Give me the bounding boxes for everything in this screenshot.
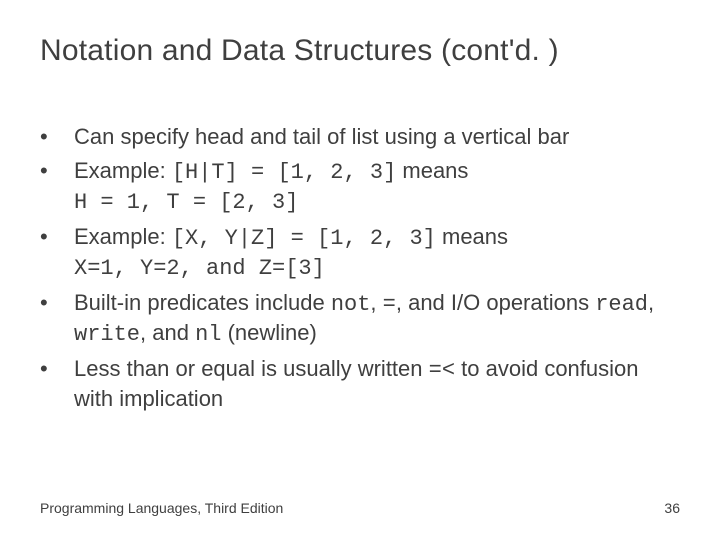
bullet-dot-icon: •	[40, 355, 74, 383]
text-run: Built-in predicates include	[74, 290, 331, 315]
text-run: Example:	[74, 158, 172, 183]
text-run: , and	[140, 320, 195, 345]
footer-left: Programming Languages, Third Edition	[40, 500, 283, 516]
list-item: • Example: [X, Y|Z] = [1, 2, 3] means X=…	[40, 223, 680, 283]
page-number: 36	[664, 500, 680, 516]
bullet-text: Built-in predicates include not, =, and …	[74, 289, 680, 349]
code-run: not	[331, 292, 371, 317]
bullet-dot-icon: •	[40, 289, 74, 317]
list-item: • Can specify head and tail of list usin…	[40, 123, 680, 151]
code-run: write	[74, 322, 140, 347]
text-run: ,	[648, 290, 654, 315]
footer: Programming Languages, Third Edition 36	[40, 500, 680, 516]
list-item: • Example: [H|T] = [1, 2, 3] means H = 1…	[40, 157, 680, 217]
code-run: read	[595, 292, 648, 317]
bullet-dot-icon: •	[40, 223, 74, 251]
text-run: means	[396, 158, 468, 183]
slide: Notation and Data Structures (cont'd. ) …	[0, 0, 720, 540]
bullet-text: Less than or equal is usually written =<…	[74, 355, 680, 413]
text-run: Less than or equal is usually written	[74, 356, 429, 381]
bullet-list: • Can specify head and tail of list usin…	[40, 123, 680, 413]
text-run: means	[436, 224, 508, 249]
text-run: Example:	[74, 224, 172, 249]
slide-title: Notation and Data Structures (cont'd. )	[40, 34, 680, 69]
bullet-dot-icon: •	[40, 157, 74, 185]
text-run: , and I/O operations	[396, 290, 595, 315]
list-item: • Less than or equal is usually written …	[40, 355, 680, 413]
code-run: [H|T] = [1, 2, 3]	[172, 160, 396, 185]
bullet-text: Can specify head and tail of list using …	[74, 123, 680, 151]
code-run: =<	[429, 358, 455, 383]
bullet-text: Example: [X, Y|Z] = [1, 2, 3] means X=1,…	[74, 223, 680, 283]
list-item: • Built-in predicates include not, =, an…	[40, 289, 680, 349]
text-run: (newline)	[221, 320, 316, 345]
bullet-text: Example: [H|T] = [1, 2, 3] means H = 1, …	[74, 157, 680, 217]
text-run: ,	[370, 290, 382, 315]
code-run: =	[383, 292, 396, 317]
code-run: X=1, Y=2, and Z=[3]	[74, 256, 325, 281]
bullet-dot-icon: •	[40, 123, 74, 151]
code-run: nl	[195, 322, 221, 347]
code-run: H = 1, T = [2, 3]	[74, 190, 298, 215]
code-run: [X, Y|Z] = [1, 2, 3]	[172, 226, 436, 251]
